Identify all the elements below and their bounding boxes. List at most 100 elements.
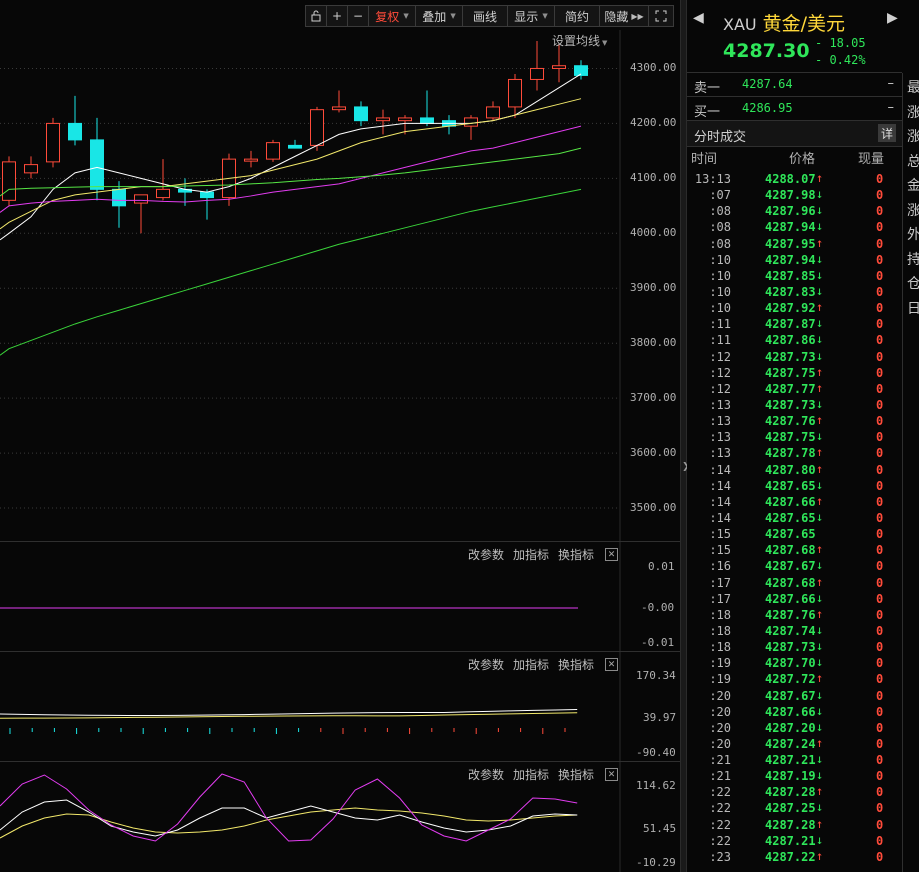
- trade-volume: 0: [876, 607, 884, 622]
- switch-indicator-button[interactable]: 换指标: [558, 766, 594, 783]
- close-icon[interactable]: ✕: [605, 658, 619, 671]
- trade-price: 4287.67: [765, 688, 816, 703]
- candle: [398, 117, 412, 122]
- trade-volume: 0: [876, 591, 884, 606]
- trade-price: 4287.76: [765, 607, 816, 622]
- trade-volume: 0: [876, 833, 884, 848]
- overlay-label: 叠加: [422, 9, 447, 24]
- overlay-dropdown[interactable]: 叠加 ▼: [415, 5, 463, 27]
- trade-volume: 0: [876, 640, 884, 655]
- hide-button[interactable]: 隐藏 ▶▶: [599, 5, 649, 27]
- ask-label: 卖一: [694, 81, 721, 96]
- caret-down-icon: ▼: [450, 12, 456, 20]
- trade-row: :15 4287.68 ↑ 0: [687, 542, 902, 558]
- trade-price: 4287.94: [765, 220, 816, 235]
- trade-volume: 0: [876, 720, 884, 735]
- switch-indicator-button[interactable]: 换指标: [558, 546, 594, 563]
- simple-mode-button[interactable]: 简约: [554, 5, 600, 27]
- trade-volume: 0: [876, 252, 884, 267]
- trade-volume: 0: [876, 446, 884, 461]
- col-volume: 现量: [858, 152, 885, 167]
- trades-list[interactable]: 13:13 4288.07 ↑ 0:07 4287.98 ↓ 0:08 4287.96 ↓ 0:0…: [687, 171, 902, 865]
- panel-divider[interactable]: [0, 651, 680, 652]
- trade-price: 4287.75: [765, 365, 816, 380]
- edit-params-button[interactable]: 改参数: [468, 546, 504, 563]
- trade-time: :14: [709, 510, 731, 525]
- ask-row: 卖一 4287.64 –: [687, 73, 902, 97]
- chevron-right-icon[interactable]: ❯: [682, 462, 690, 484]
- quote-panel: ◀ ▶ XAU 黄金/美元 4287.30 - 18.05 - 0.42% 卖一 …: [687, 0, 902, 872]
- zoom-out-button[interactable]: −: [347, 5, 369, 27]
- display-dropdown[interactable]: 显示 ▼: [507, 5, 555, 27]
- close-icon[interactable]: ✕: [605, 768, 619, 781]
- chart-canvas[interactable]: [0, 0, 680, 872]
- price-tick-label: 3700.00: [630, 391, 677, 405]
- trade-time: :08: [709, 236, 731, 251]
- trade-price: 4287.94: [765, 252, 816, 267]
- prev-symbol-icon[interactable]: ◀: [693, 10, 704, 26]
- trade-volume: 0: [876, 849, 884, 864]
- switch-indicator-button[interactable]: 换指标: [558, 656, 594, 673]
- trade-price: 4287.80: [765, 462, 816, 477]
- add-indicator-button[interactable]: 加指标: [513, 656, 549, 673]
- adjust-dropdown[interactable]: 复权 ▼: [368, 5, 416, 27]
- arrow-up-icon: ↑: [816, 235, 824, 250]
- trade-row: :10 4287.85 ↓ 0: [687, 268, 902, 284]
- draw-line-button[interactable]: 画线: [462, 5, 508, 27]
- panel-splitter[interactable]: ❯: [680, 0, 690, 872]
- zoom-in-button[interactable]: +: [326, 5, 348, 27]
- trade-price: 4287.76: [765, 414, 816, 429]
- trade-row: :22 4287.25 ↓ 0: [687, 800, 902, 816]
- candle: [244, 158, 258, 162]
- trade-row: :10 4287.83 ↓ 0: [687, 284, 902, 300]
- lock-icon[interactable]: [305, 5, 327, 27]
- trade-volume: 0: [876, 494, 884, 509]
- trade-price: 4287.95: [765, 236, 816, 251]
- trade-time: :13: [709, 446, 731, 461]
- trade-time: :14: [709, 462, 731, 477]
- fullscreen-icon[interactable]: [648, 5, 674, 27]
- arrow-down-icon: ↓: [816, 267, 824, 282]
- panel-divider[interactable]: [0, 541, 680, 542]
- trade-row: :10 4287.94 ↓ 0: [687, 252, 902, 268]
- arrow-down-icon: ↓: [816, 768, 824, 783]
- arrow-down-icon: ↓: [816, 429, 824, 444]
- detail-button[interactable]: 详: [878, 124, 896, 142]
- trade-price: 4287.74: [765, 623, 816, 638]
- next-symbol-icon[interactable]: ▶: [887, 10, 898, 26]
- candle: [310, 109, 324, 146]
- trade-time: :18: [709, 623, 731, 638]
- arrow-up-icon: ↑: [816, 816, 824, 831]
- trade-price: 4287.66: [765, 591, 816, 606]
- trade-price: 4287.77: [765, 381, 816, 396]
- trade-time: :22: [709, 817, 731, 832]
- arrow-down-icon: ↓: [816, 832, 824, 847]
- indicator3-line: [0, 799, 578, 837]
- candle: [354, 106, 368, 122]
- chart-area[interactable]: + − 复权 ▼ 叠加 ▼ 画线 显示 ▼ 简约 隐藏 ▶▶ 设置均线 ▼ 4300.00…: [0, 0, 680, 872]
- trade-price: 4287.98: [765, 188, 816, 203]
- trade-price: 4287.70: [765, 656, 816, 671]
- caret-down-icon: ▼: [542, 12, 548, 20]
- trade-volume: 0: [876, 268, 884, 283]
- trade-volume: 0: [876, 365, 884, 380]
- panel1-tick-top: 0.01: [648, 560, 675, 573]
- edit-params-button[interactable]: 改参数: [468, 656, 504, 673]
- panel2-tick-bottom: -90.40: [636, 746, 676, 759]
- close-icon[interactable]: ✕: [605, 548, 619, 561]
- info-strip-label: 涨: [907, 129, 919, 145]
- add-indicator-button[interactable]: 加指标: [513, 546, 549, 563]
- arrow-down-icon: ↓: [816, 655, 824, 670]
- panel-divider[interactable]: [0, 761, 680, 762]
- arrow-down-icon: ↓: [816, 509, 824, 524]
- trade-row: :10 4287.92 ↑ 0: [687, 300, 902, 316]
- trade-price: 4287.28: [765, 785, 816, 800]
- set-ma-dropdown[interactable]: 设置均线 ▼: [552, 32, 607, 49]
- trade-volume: 0: [876, 462, 884, 477]
- trades-header: 分时成交 详: [687, 121, 902, 147]
- trade-time: :19: [709, 656, 731, 671]
- edit-params-button[interactable]: 改参数: [468, 766, 504, 783]
- add-indicator-button[interactable]: 加指标: [513, 766, 549, 783]
- info-strip-label: 涨: [907, 202, 919, 219]
- caret-down-icon: ▼: [602, 39, 608, 47]
